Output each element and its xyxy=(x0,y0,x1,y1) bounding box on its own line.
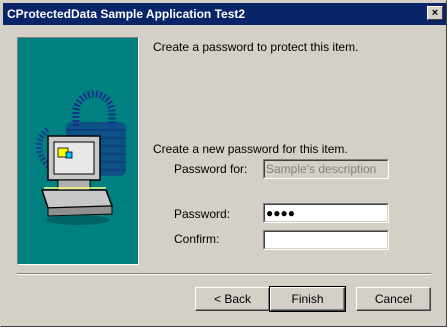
back-button[interactable]: < Back xyxy=(195,287,270,311)
password-for-field xyxy=(263,159,389,179)
wizard-window: CProtectedData Sample Application Test2 … xyxy=(0,0,447,327)
intro-text: Create a password to protect this item. xyxy=(153,40,359,54)
finish-button[interactable]: Finish xyxy=(269,286,346,312)
button-separator xyxy=(17,273,431,275)
password-for-input xyxy=(266,161,382,176)
close-button[interactable]: × xyxy=(427,6,443,20)
password-input[interactable] xyxy=(266,205,382,220)
wizard-art-panel xyxy=(17,37,139,265)
password-label: Password: xyxy=(174,207,231,221)
title-bar[interactable]: CProtectedData Sample Application Test2 … xyxy=(3,3,446,25)
password-field[interactable] xyxy=(263,203,389,223)
confirm-input[interactable] xyxy=(266,232,382,247)
form-heading: Create a new password for this item. xyxy=(153,142,348,156)
cancel-button[interactable]: Cancel xyxy=(356,287,431,311)
window-title: CProtectedData Sample Application Test2 xyxy=(7,7,246,21)
confirm-field[interactable] xyxy=(263,230,389,250)
computer-lock-illustration xyxy=(36,90,126,225)
confirm-label: Confirm: xyxy=(174,232,220,246)
password-for-label: Password for: xyxy=(174,162,248,176)
